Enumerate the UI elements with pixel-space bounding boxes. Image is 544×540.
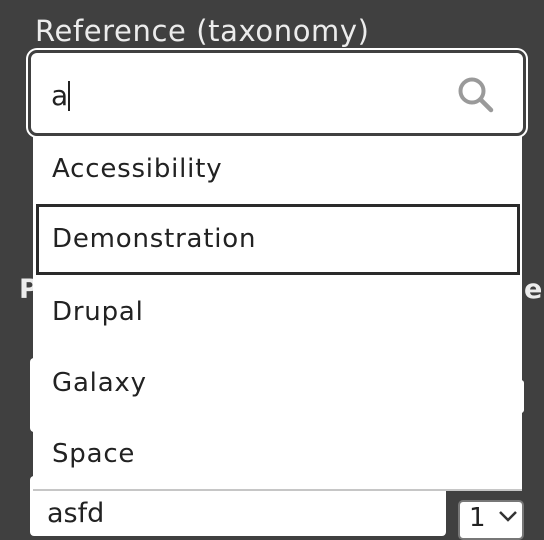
row-text-input-value: asfd <box>47 498 105 529</box>
row-weight-select[interactable]: 1 <box>458 500 524 540</box>
chevron-down-icon <box>499 511 517 522</box>
autocomplete-option-accessibility[interactable]: Accessibility <box>33 134 522 204</box>
search-icon <box>458 77 494 113</box>
reference-taxonomy-label: Reference (taxonomy) <box>35 14 370 48</box>
autocomplete-option-galaxy[interactable]: Galaxy <box>33 348 522 418</box>
autocomplete-option-drupal[interactable]: Drupal <box>33 277 522 347</box>
row-weight-select-value: 1 <box>469 503 486 533</box>
reference-search-input[interactable] <box>51 75 451 115</box>
autocomplete-option-demonstration[interactable]: Demonstration <box>36 204 520 275</box>
text-caret <box>68 81 70 111</box>
autocomplete-option-space[interactable]: Space <box>33 419 522 489</box>
reference-autocomplete-field[interactable] <box>28 50 526 136</box>
autocomplete-dropdown: Accessibility Demonstration Drupal Galax… <box>33 134 522 491</box>
background-label-right: er <box>524 274 544 305</box>
